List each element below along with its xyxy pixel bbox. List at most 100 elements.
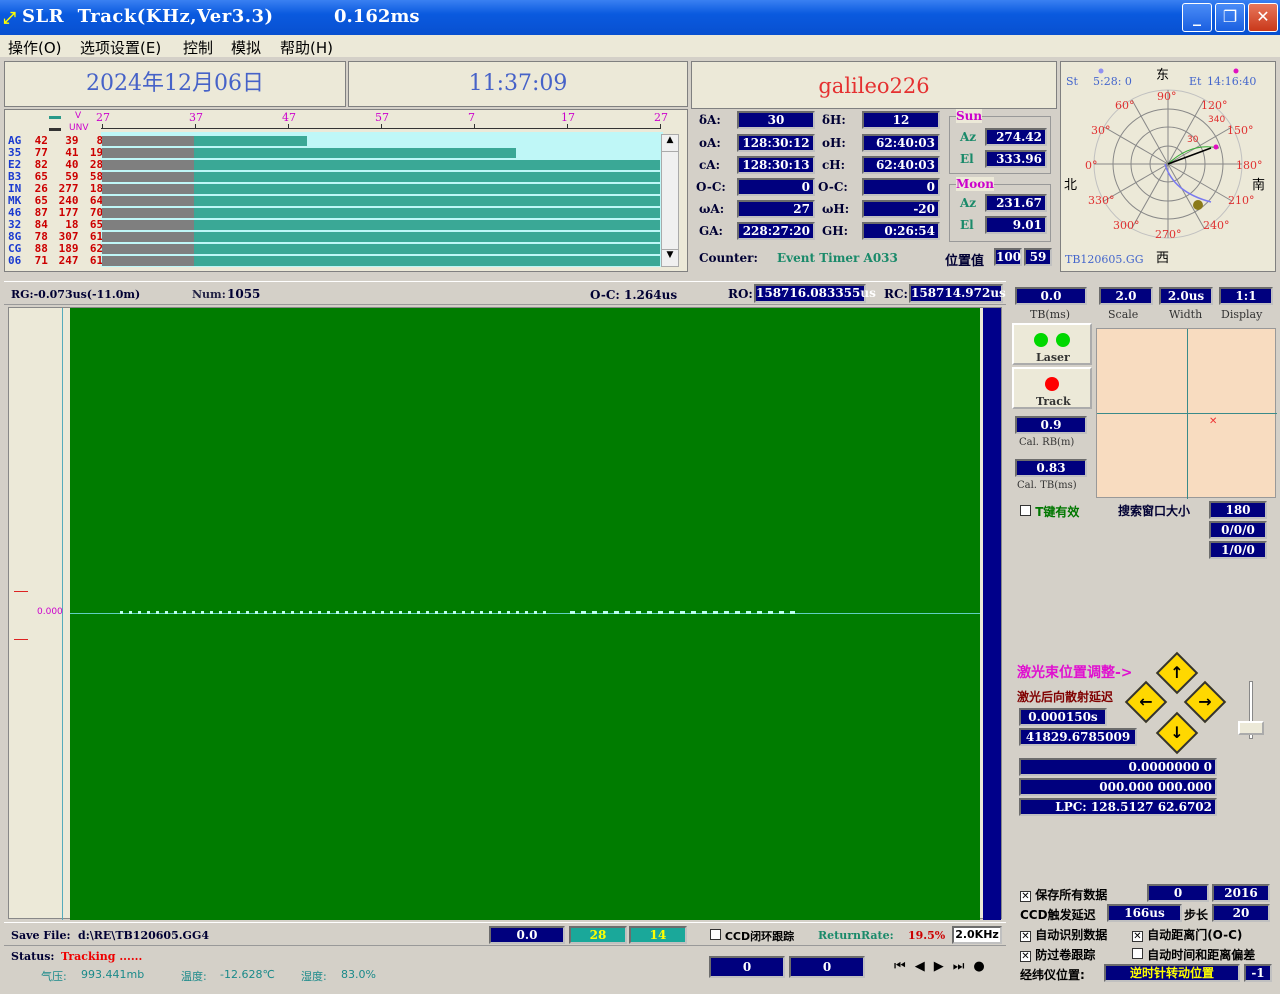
display-value[interactable]: 1:1 (1219, 287, 1273, 305)
value-row-2: 000.000 000.000 (1019, 778, 1217, 796)
track-button[interactable]: Track (1012, 367, 1092, 409)
sat-visibility-bar (102, 208, 660, 218)
cal-tb-value[interactable]: 0.83 (1015, 459, 1087, 477)
sat-row-label[interactable]: 06 71 247 61 (8, 254, 103, 267)
record-icon[interactable]: ● (973, 959, 993, 974)
track-plot-frame: 0.000 (8, 307, 1002, 920)
step-back-icon[interactable]: ◀ (915, 959, 934, 974)
GH-label: GH: (822, 224, 849, 238)
beam-slider[interactable] (1236, 681, 1266, 741)
scale-value[interactable]: 2.0 (1099, 287, 1153, 305)
app-icon: ⤢ (3, 8, 16, 27)
scroll-up-icon[interactable]: ▲ (662, 135, 678, 152)
menu-operate[interactable]: 操作(O) (8, 37, 62, 58)
sat-visibility-bar (102, 160, 660, 170)
laser-button[interactable]: Laser (1012, 323, 1092, 365)
width-value[interactable]: 2.0us (1159, 287, 1213, 305)
time-panel: 11:37:09 (348, 61, 688, 107)
sky-tick: 47 (282, 111, 296, 124)
deg-210: 210° (1228, 194, 1255, 207)
position-value-1: 100 (994, 248, 1022, 266)
oH-label: oH: (822, 136, 846, 150)
display-label: Display (1221, 308, 1263, 321)
arrow-right-button[interactable]: → (1183, 680, 1227, 724)
arrow-down-button[interactable]: ↓ (1155, 711, 1199, 755)
track-scrollbar[interactable] (983, 308, 1001, 920)
num-label: Num: (192, 288, 226, 301)
ring-30: 30 (1187, 135, 1199, 145)
step-value[interactable]: 20 (1212, 904, 1270, 922)
search-window-1[interactable]: 180 (1209, 501, 1267, 519)
anti-cloud-checkbox[interactable]: ✕ 防过卷跟踪 (1020, 946, 1095, 963)
menu-options[interactable]: 选项设置(E) (80, 37, 161, 58)
sun-az-value: 274.42 (985, 128, 1047, 146)
menu-help[interactable]: 帮助(H) (280, 37, 333, 58)
direction-north: 北 (1064, 178, 1078, 193)
moon-title: Moon (956, 177, 995, 191)
save-all-value-1[interactable]: 0 (1147, 884, 1209, 902)
oH-value: 62:40:03 (862, 134, 940, 152)
GA-label: GA: (699, 224, 723, 238)
scroll-down-icon[interactable]: ▼ (662, 249, 678, 266)
status-bar: Status: Tracking ...... 气压: 993.441mb 温度… (4, 947, 1006, 987)
auto-time-label: 自动时间和距离偏差 (1147, 948, 1256, 962)
auto-gate-checkbox[interactable]: ✕ 自动距离门(O-C) (1132, 926, 1242, 943)
time-display: 11:37:09 (468, 71, 568, 96)
step-label: 步长 (1184, 908, 1209, 922)
ccd-loop-label: CCD闭环跟踪 (724, 930, 795, 943)
save-all-value-2[interactable]: 2016 (1212, 884, 1270, 902)
search-window-3[interactable]: 1/0/0 (1209, 541, 1267, 559)
deg-300: 300° (1113, 219, 1140, 232)
t-key-checkbox[interactable]: T键有效 (1020, 503, 1079, 520)
start-label: St (1066, 75, 1078, 88)
menu-control[interactable]: 控制 (183, 37, 213, 58)
pressure-label: 气压: (41, 970, 67, 983)
arrow-down-icon: ↓ (1170, 723, 1184, 742)
deg-30: 30° (1091, 124, 1111, 137)
auto-time-checkbox[interactable]: 自动时间和距离偏差 (1132, 946, 1255, 963)
moon-box: Moon Az 231.67 El 9.01 (949, 177, 1051, 242)
moon-el-label: El (960, 218, 974, 232)
backscatter-value-2[interactable]: 41829.6785009 (1019, 728, 1137, 746)
lpc-value: LPC: 128.5127 62.6702 (1019, 798, 1217, 816)
date-display: 2024年12月06日 (86, 71, 264, 96)
skip-start-icon[interactable]: ⏮ (894, 959, 915, 974)
dA-value[interactable]: 30 (737, 111, 815, 129)
start-time: 5:28: 0 (1093, 75, 1132, 88)
visibility-scrollbar[interactable]: ▲ ▼ (661, 134, 679, 267)
step-forward-icon[interactable]: ▶ (934, 959, 953, 974)
sky-tick: 57 (375, 111, 389, 124)
ocH-value: 0 (862, 178, 940, 196)
tb-label: TB(ms) (1030, 308, 1071, 321)
tb-value[interactable]: 0.0 (1015, 287, 1087, 305)
sky-tick: 7 (468, 111, 475, 124)
dH-value[interactable]: 12 (862, 111, 940, 129)
auto-id-checkbox[interactable]: ✕ 自动识别数据 (1020, 926, 1107, 943)
backscatter-value-1[interactable]: 0.000150s (1019, 708, 1107, 726)
theodolite-offset[interactable]: -1 (1244, 964, 1272, 982)
skip-end-icon[interactable]: ⏭ (953, 959, 974, 974)
sat-visibility-bar (102, 196, 660, 206)
menu-simulate[interactable]: 模拟 (231, 37, 261, 58)
ccd-loop-checkbox[interactable]: CCD闭环跟踪 (710, 928, 794, 944)
arrow-left-button[interactable]: ← (1124, 680, 1168, 724)
ccd-delay-label: CCD触发延迟 (1020, 908, 1096, 922)
cal-tb-label: Cal. TB(ms) (1017, 480, 1077, 491)
theodolite-value[interactable]: 逆时针转动位置 (1104, 964, 1240, 982)
playback-controls[interactable]: ⏮◀▶⏭● (894, 959, 994, 974)
cal-rb-value[interactable]: 0.9 (1015, 416, 1087, 434)
sat-a: 71 (34, 254, 48, 267)
close-button[interactable]: ✕ (1248, 3, 1278, 32)
ccd-delay-value[interactable]: 166us (1107, 904, 1182, 922)
dH-label: δH: (822, 113, 846, 127)
satellite-name: galileo226 (818, 74, 930, 98)
arrow-up-button[interactable]: ↑ (1155, 651, 1199, 695)
maximize-button[interactable]: ❐ (1215, 3, 1245, 32)
search-window-2[interactable]: 0/0/0 (1209, 521, 1267, 539)
arrow-left-icon: ← (1139, 692, 1153, 711)
track-info-bar: RG:-0.073us(-11.0m) Num: 1055 O-C: 1.264… (4, 281, 1006, 305)
save-all-checkbox[interactable]: ✕ 保存所有数据 (1020, 886, 1107, 903)
menu-bar: 操作(O) 选项设置(E) 控制 模拟 帮助(H) (0, 35, 1280, 57)
save-file-path: d:\RE\TB120605.GG4 (78, 929, 209, 942)
minimize-button[interactable]: _ (1182, 3, 1212, 32)
